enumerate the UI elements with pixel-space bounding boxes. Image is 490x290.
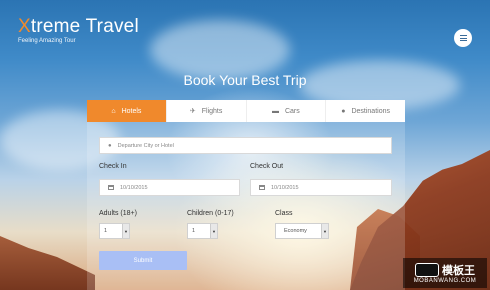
checkout-label: Check Out bbox=[250, 163, 284, 170]
chevron-down-icon: ▼ bbox=[122, 224, 129, 238]
adults-select[interactable]: 1 ▼ bbox=[99, 223, 130, 239]
brand-title: Xtreme Travel bbox=[18, 16, 139, 37]
booking-panel: ⌂ Hotels ✈ Flights ▬ Cars ● Destinations… bbox=[87, 100, 405, 290]
hamburger-icon bbox=[459, 35, 467, 41]
plane-icon: ✈ bbox=[189, 107, 196, 115]
watermark-logo-icon bbox=[415, 263, 439, 277]
map-pin-icon: ● bbox=[108, 142, 112, 149]
tab-hotels[interactable]: ⌂ Hotels bbox=[87, 100, 167, 122]
map-pin-icon: ● bbox=[341, 107, 346, 115]
calendar-icon bbox=[108, 185, 114, 190]
tab-flights[interactable]: ✈ Flights bbox=[167, 100, 247, 122]
children-label: Children (0-17) bbox=[187, 210, 234, 217]
tab-cars[interactable]: ▬ Cars bbox=[247, 100, 327, 122]
class-select[interactable]: Economy ▼ bbox=[275, 223, 329, 239]
car-icon: ▬ bbox=[271, 107, 279, 115]
checkout-date-input[interactable]: 10/10/2015 bbox=[250, 179, 392, 196]
home-icon: ⌂ bbox=[111, 107, 116, 115]
booking-tabs: ⌂ Hotels ✈ Flights ▬ Cars ● Destinations bbox=[87, 100, 405, 122]
children-select[interactable]: 1 ▼ bbox=[187, 223, 218, 239]
brand-logo[interactable]: Xtreme Travel Feeling Amazing Tour bbox=[18, 16, 139, 44]
submit-button[interactable]: Submit bbox=[99, 251, 187, 270]
class-label: Class bbox=[275, 210, 293, 217]
menu-button[interactable] bbox=[454, 29, 472, 47]
rock-left-decoration bbox=[0, 236, 95, 290]
chevron-down-icon: ▼ bbox=[210, 224, 217, 238]
chevron-down-icon: ▼ bbox=[321, 224, 328, 238]
watermark-badge: 模板王 MOBANWANG.COM bbox=[403, 258, 487, 288]
checkin-label: Check In bbox=[99, 163, 127, 170]
page-heading: Book Your Best Trip bbox=[183, 72, 307, 88]
tab-destinations[interactable]: ● Destinations bbox=[326, 100, 405, 122]
departure-input[interactable]: ● Departure City or Hotel bbox=[99, 137, 392, 154]
brand-subtitle: Feeling Amazing Tour bbox=[18, 38, 76, 44]
calendar-icon bbox=[259, 185, 265, 190]
checkin-date-input[interactable]: 10/10/2015 bbox=[99, 179, 240, 196]
adults-label: Adults (18+) bbox=[99, 210, 137, 217]
